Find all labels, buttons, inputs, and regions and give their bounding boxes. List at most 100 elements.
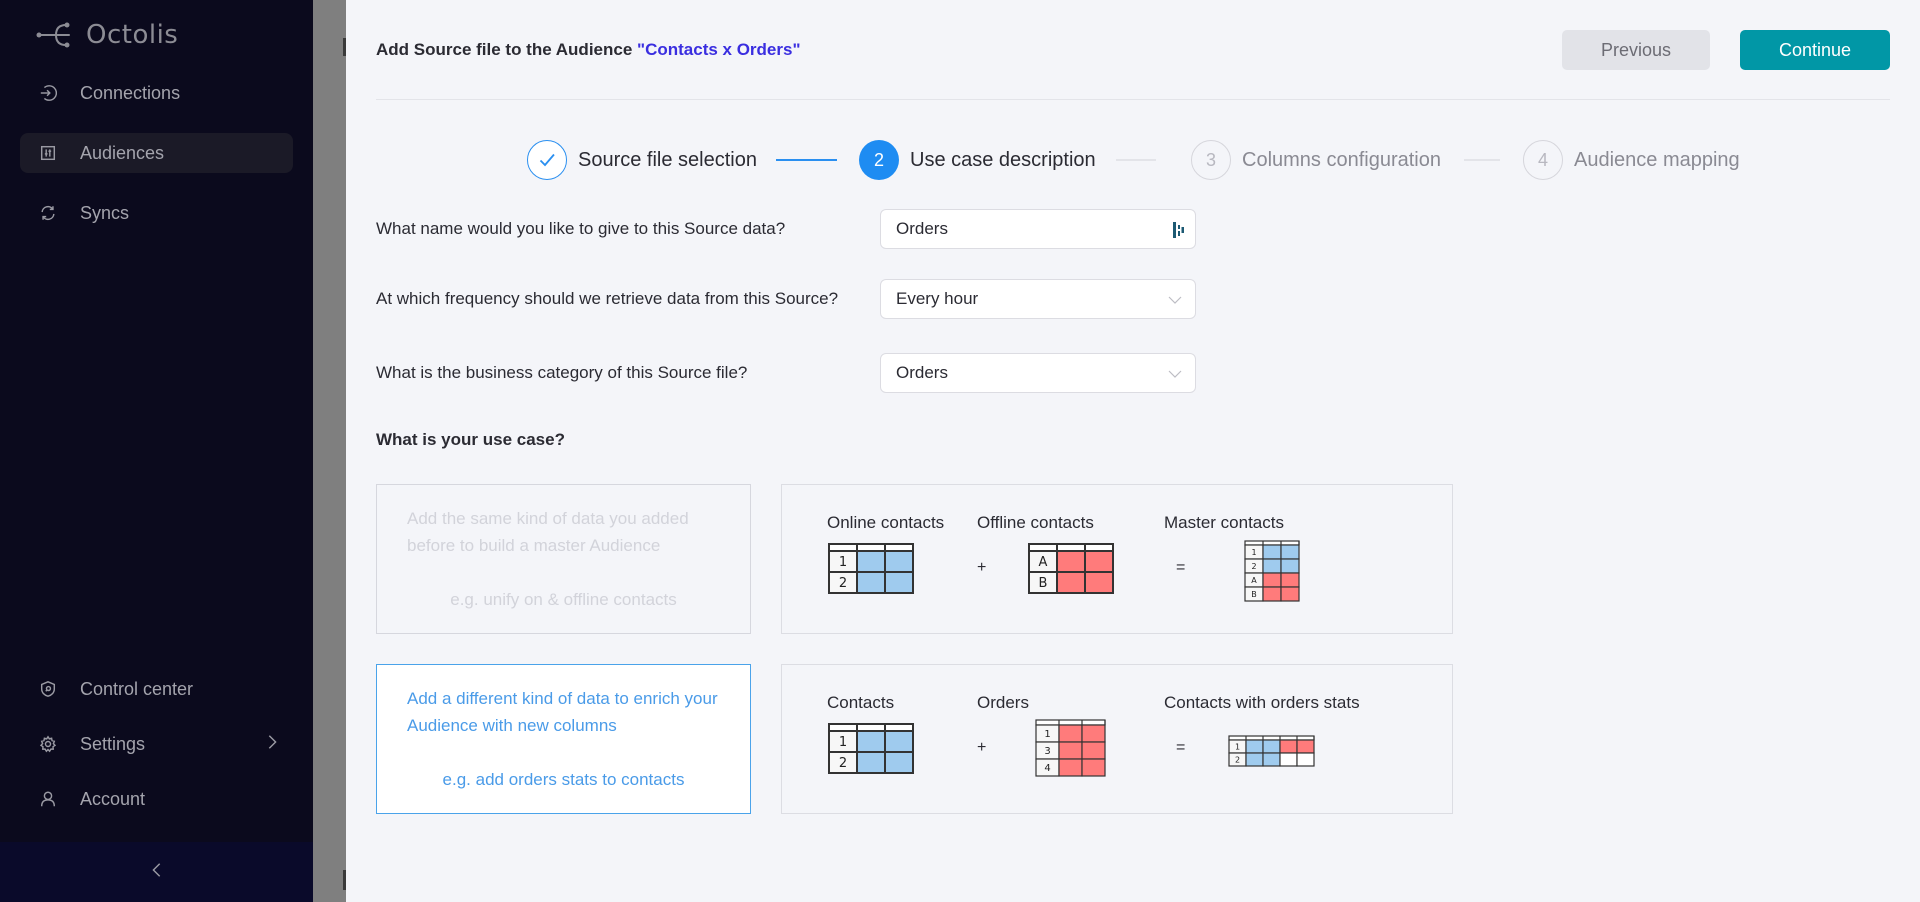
illus-left-label: Online contacts xyxy=(827,513,945,532)
check-icon xyxy=(527,140,567,180)
table-cell xyxy=(1245,752,1264,767)
sidebar-item-syncs[interactable]: Syncs xyxy=(20,193,293,233)
connections-icon xyxy=(38,83,58,103)
table-cell xyxy=(1081,724,1106,743)
audiences-icon xyxy=(38,143,58,163)
table-cell xyxy=(856,550,886,573)
continue-button[interactable]: Continue xyxy=(1740,30,1890,70)
step-use-case-description[interactable]: 2 Use case description xyxy=(859,140,1096,180)
step-audience-mapping[interactable]: 4 Audience mapping xyxy=(1523,140,1740,180)
table-cell xyxy=(1084,571,1114,594)
table-row-label: A xyxy=(1251,576,1257,585)
gear-icon xyxy=(38,734,58,754)
table-cell xyxy=(884,730,914,753)
step-label: Columns configuration xyxy=(1242,148,1441,171)
chevron-left-icon xyxy=(148,861,166,884)
table-cell xyxy=(884,751,914,774)
table-row-label: 1 xyxy=(1251,548,1256,557)
chevron-down-icon xyxy=(1167,292,1183,308)
master-contacts-table: 1 2 AB xyxy=(1244,540,1300,602)
table-header-row xyxy=(828,543,914,552)
offline-contacts-table: AB xyxy=(1028,543,1114,594)
table-cell xyxy=(1056,571,1086,594)
table-row-label: 2 xyxy=(839,756,847,771)
table-header-row xyxy=(1028,543,1114,552)
sidebar-item-label: Connections xyxy=(80,82,181,103)
table-cell xyxy=(1296,739,1315,754)
source-name-input[interactable]: Orders xyxy=(880,209,1196,249)
shield-search-icon xyxy=(38,679,58,699)
table-cell xyxy=(1058,724,1083,743)
use-case-option-enrich-audience[interactable]: Add a different kind of data to enrich y… xyxy=(376,664,751,814)
table-cell xyxy=(1262,586,1282,602)
audience-name: "Contacts x Orders" xyxy=(637,40,801,59)
illus-middle-label: Offline contacts xyxy=(977,513,1094,532)
category-question: What is the business category of this So… xyxy=(376,363,748,382)
contacts-with-orders-table: 12 xyxy=(1228,735,1315,767)
header-divider xyxy=(376,99,1890,100)
table-cell xyxy=(1081,758,1106,777)
modal-backdrop[interactable] xyxy=(313,0,346,902)
step-connector xyxy=(1116,159,1156,161)
table-row-label: A xyxy=(1039,555,1048,570)
contacts-table: 12 xyxy=(828,723,914,774)
table-cell xyxy=(1058,758,1083,777)
brand-name: Octolis xyxy=(86,20,179,50)
table-cell xyxy=(1084,550,1114,573)
sidebar-item-audiences[interactable]: Audiences xyxy=(20,133,293,173)
collapse-sidebar-button[interactable] xyxy=(0,842,313,902)
step-columns-configuration[interactable]: 3 Columns configuration xyxy=(1191,140,1441,180)
illus-result-label: Master contacts xyxy=(1164,513,1284,532)
previous-button[interactable]: Previous xyxy=(1562,30,1710,70)
table-row-label: 2 xyxy=(1251,562,1256,571)
category-select[interactable]: Orders xyxy=(880,353,1196,393)
use-case-example: e.g. add orders stats to contacts xyxy=(442,770,685,789)
use-case-option-master-audience[interactable]: Add the same kind of data you added befo… xyxy=(376,484,751,634)
sidebar-item-label: Control center xyxy=(80,678,194,699)
frequency-value: Every hour xyxy=(896,289,979,308)
password-manager-icon[interactable] xyxy=(1171,220,1187,240)
sidebar-item-control-center[interactable]: Control center xyxy=(20,669,293,709)
orders-table: 1 3 4 xyxy=(1035,719,1106,777)
sidebar-item-connections[interactable]: Connections xyxy=(20,73,293,113)
brand-logo[interactable]: Octolis xyxy=(36,20,178,50)
step-connector xyxy=(1464,159,1500,161)
use-case-text: Add the same kind of data you added befo… xyxy=(407,509,689,555)
table-row-label: 1 xyxy=(1044,729,1050,740)
table-cell xyxy=(856,751,886,774)
table-row-label: B xyxy=(1251,590,1257,599)
table-header-row xyxy=(828,723,914,732)
sidebar-item-settings[interactable]: Settings xyxy=(20,724,293,764)
table-cell xyxy=(1296,752,1315,767)
sidebar-item-account[interactable]: Account xyxy=(20,779,293,819)
table-cell xyxy=(1262,558,1282,574)
step-label: Use case description xyxy=(910,148,1096,171)
table-cell xyxy=(1279,752,1298,767)
chevron-right-icon xyxy=(263,733,283,753)
table-cell xyxy=(856,730,886,753)
step-source-file-selection[interactable]: Source file selection xyxy=(527,140,757,180)
table-cell xyxy=(1262,572,1282,588)
table-row-label: 1 xyxy=(839,555,847,570)
table-cell xyxy=(1262,544,1282,560)
table-cell xyxy=(1245,739,1264,754)
frequency-question: At which frequency should we retrieve da… xyxy=(376,289,839,308)
step-number: 4 xyxy=(1523,140,1563,180)
sidebar: Octolis Connections Audiences Syncs Cont… xyxy=(0,0,313,902)
plus-operator: + xyxy=(977,559,987,576)
table-row-label: 2 xyxy=(839,576,847,591)
syncs-icon xyxy=(38,203,58,223)
table-cell xyxy=(1262,739,1281,754)
table-cell xyxy=(1056,550,1086,573)
table-cell xyxy=(1279,739,1298,754)
sidebar-item-label: Settings xyxy=(80,733,146,754)
frequency-select[interactable]: Every hour xyxy=(880,279,1196,319)
table-cell xyxy=(1280,572,1300,588)
illus-result-label: Contacts with orders stats xyxy=(1164,693,1360,712)
table-cell xyxy=(1058,741,1083,760)
equals-operator: = xyxy=(1176,739,1186,756)
table-row-label: 3 xyxy=(1044,746,1050,757)
illus-left-label: Contacts xyxy=(827,693,895,712)
table-cell xyxy=(1081,741,1106,760)
table-header-row xyxy=(1035,719,1106,726)
